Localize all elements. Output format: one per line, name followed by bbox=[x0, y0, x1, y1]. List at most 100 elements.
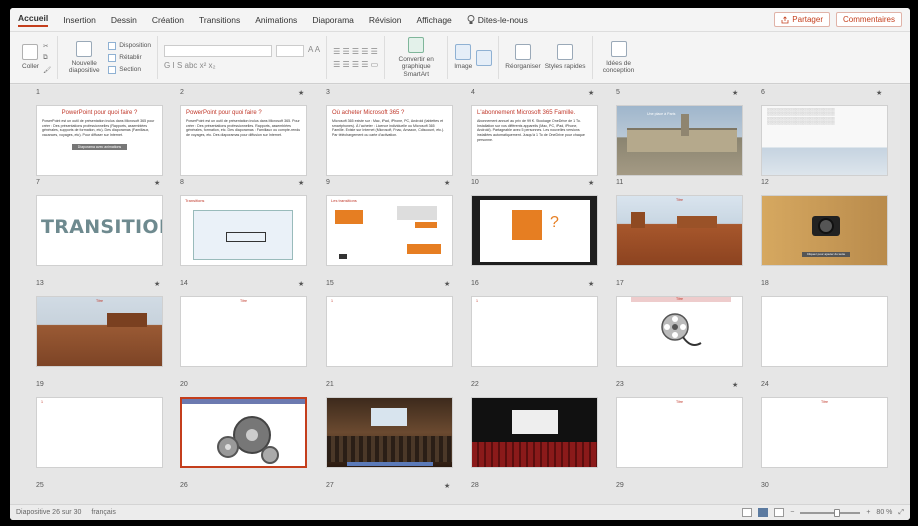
animation-star-icon: ★ bbox=[154, 180, 161, 187]
section-button[interactable]: Section bbox=[108, 65, 151, 74]
tab-insertion[interactable]: Insertion bbox=[63, 15, 96, 25]
slide-thumbnail-22[interactable] bbox=[471, 397, 598, 468]
slide-thumbnail-14[interactable]: Titre bbox=[180, 296, 307, 367]
layout-label: Disposition bbox=[119, 42, 152, 49]
slide-orange-box bbox=[407, 244, 441, 254]
slide-thumbnail-23[interactable]: Titre bbox=[616, 397, 743, 468]
zoom-out-icon[interactable]: − bbox=[790, 509, 794, 516]
slide-sorter: 1 2 ★ 3 4 ★ 5 ★ 6 ★ PowerPoint pour quoi… bbox=[10, 85, 910, 504]
tab-dessin[interactable]: Dessin bbox=[111, 15, 137, 25]
animation-star-icon: ★ bbox=[588, 180, 595, 187]
clipboard-group: Coller ✂ ⧉ 🖌 bbox=[16, 36, 59, 79]
slide-thumbnail-10[interactable]: ? bbox=[471, 195, 598, 266]
quick-styles-button[interactable]: Styles rapides bbox=[545, 44, 586, 70]
slide-number: 21 bbox=[326, 381, 334, 388]
language-text[interactable]: français bbox=[91, 509, 116, 516]
slide-thumbnail-2[interactable]: PowerPoint pour quoi faire ? PowerPoint … bbox=[180, 105, 307, 176]
status-bar: Diapositive 26 sur 30 français − + 80 % … bbox=[10, 504, 910, 520]
format-painter-icon[interactable]: 🖌 bbox=[43, 66, 51, 74]
tell-me-box[interactable]: Dites-le-nous bbox=[467, 15, 528, 25]
cut-icon[interactable]: ✂ bbox=[43, 42, 51, 50]
slide-thumbnail-9[interactable]: Les transitions bbox=[326, 195, 453, 266]
slide-thumbnail-18[interactable] bbox=[761, 296, 888, 367]
font-grow-shrink[interactable]: A A bbox=[308, 45, 320, 57]
paste-icon bbox=[22, 44, 39, 61]
font-format-buttons[interactable]: G I S abc x² x₂ bbox=[164, 61, 320, 70]
design-ideas-button[interactable]: Idées de conception bbox=[599, 40, 639, 74]
new-slide-button[interactable]: Nouvelle diapositive bbox=[64, 40, 104, 74]
reading-view-button[interactable] bbox=[774, 508, 785, 517]
zoom-slider[interactable] bbox=[800, 508, 861, 517]
font-controls: A A G I S abc x² x₂ bbox=[164, 45, 320, 70]
slide-title: Titre bbox=[95, 299, 104, 303]
slide-title: Titre bbox=[820, 400, 829, 404]
slide-thumbnail-8[interactable]: Transitions bbox=[180, 195, 307, 266]
font-size-dropdown[interactable] bbox=[276, 45, 305, 57]
slide-thumbnail-1[interactable]: PowerPoint pour quoi faire ? PowerPoint … bbox=[36, 105, 163, 176]
zoom-in-icon[interactable]: + bbox=[866, 509, 870, 516]
slide-number: 20 bbox=[180, 381, 188, 388]
smartart-button[interactable]: Convertir en graphique SmartArt bbox=[391, 37, 441, 78]
zoom-level[interactable]: 80 % bbox=[876, 509, 892, 516]
zoom-slider-knob[interactable] bbox=[834, 508, 841, 517]
tab-revision[interactable]: Révision bbox=[369, 15, 402, 25]
slide-thumbnail-20[interactable] bbox=[180, 397, 307, 468]
normal-view-button[interactable] bbox=[742, 508, 753, 517]
tab-transitions[interactable]: Transitions bbox=[199, 15, 240, 25]
slide-number: 17 bbox=[616, 280, 624, 287]
slide-thumbnail-11[interactable]: Titre bbox=[616, 195, 743, 266]
comments-button[interactable]: Commentaires bbox=[835, 12, 902, 27]
arrange-button[interactable]: Réorganiser bbox=[505, 44, 541, 70]
slide-thumbnail-4[interactable]: L'abonnement Microsoft 365 Famille. Abon… bbox=[471, 105, 598, 176]
slides-group: Nouvelle diapositive Disposition Rétabli… bbox=[58, 36, 159, 79]
section-label: Section bbox=[119, 66, 141, 73]
slide-highlight-box bbox=[226, 232, 266, 242]
slide-thumbnail-16[interactable]: 1 bbox=[471, 296, 598, 367]
slide-orange-box bbox=[415, 222, 437, 228]
slide-button: Diaporama avec animations bbox=[72, 143, 127, 150]
tab-affichage[interactable]: Affichage bbox=[417, 15, 452, 25]
slide-thumbnail-21[interactable] bbox=[326, 397, 453, 468]
slide-title: PowerPoint pour quoi faire ? bbox=[186, 110, 262, 116]
align-buttons[interactable]: ☰ ☰ ☰ ☰ ▭ bbox=[333, 60, 378, 69]
slide-number: 28 bbox=[471, 482, 479, 489]
slide-thumbnail-19[interactable]: 1 bbox=[36, 397, 163, 468]
slide-number: 26 bbox=[180, 482, 188, 489]
paste-button[interactable]: Coller bbox=[22, 44, 39, 70]
ribbon-tabs: Accueil Insertion Dessin Création Transi… bbox=[10, 8, 910, 32]
image-button[interactable]: Image bbox=[454, 44, 472, 70]
slide-body: PowerPoint est un outil de présentation … bbox=[42, 118, 155, 137]
slide-thumbnail-7[interactable]: TRANSITIONS bbox=[36, 195, 163, 266]
designer-group: Idées de conception bbox=[593, 36, 645, 79]
tab-diaporama[interactable]: Diaporama bbox=[312, 15, 354, 25]
slide-thumbnail-15[interactable]: 1 bbox=[326, 296, 453, 367]
tab-animations[interactable]: Animations bbox=[255, 15, 297, 25]
slide-thumbnail-3[interactable]: Où acheter Microsoft 365 ? Microsoft 365… bbox=[326, 105, 453, 176]
slide-thumbnail-13[interactable]: Titre bbox=[36, 296, 163, 367]
fit-window-icon[interactable]: ⤢ bbox=[898, 509, 904, 517]
slide-thumbnail-6[interactable]: ░░░░░░░░░░░░░░░░░░░░░░░░░░░░░ ░░░░░░░░░░░… bbox=[761, 105, 888, 176]
slide-sorter-view-button[interactable] bbox=[758, 508, 769, 517]
copy-icon[interactable]: ⧉ bbox=[43, 54, 51, 62]
slide-thumbnail-24[interactable]: Titre bbox=[761, 397, 888, 468]
slide-thumbnail-17[interactable]: Titre bbox=[616, 296, 743, 367]
animation-star-icon: ★ bbox=[732, 90, 739, 97]
layout-button[interactable]: Disposition bbox=[108, 41, 152, 50]
slide-body: PowerPoint est un outil de présentation … bbox=[186, 118, 301, 137]
tab-accueil[interactable]: Accueil bbox=[18, 13, 49, 27]
slide-number: 23 bbox=[616, 381, 624, 388]
list-buttons[interactable]: ☰ ☰ ☰ ☰ ☰ bbox=[333, 47, 378, 56]
slide-number: 6 bbox=[761, 89, 765, 96]
animation-star-icon: ★ bbox=[298, 180, 305, 187]
reset-button[interactable]: Rétablir bbox=[108, 53, 151, 62]
shapes-icon[interactable] bbox=[476, 49, 493, 66]
slide-number: 14 bbox=[180, 280, 188, 287]
font-name-dropdown[interactable] bbox=[164, 45, 273, 57]
film-reel-icon bbox=[661, 313, 702, 346]
slide-thumbnail-5[interactable]: Une place à Paris bbox=[616, 105, 743, 176]
photo-butte bbox=[631, 212, 645, 228]
slide-thumbnail-12[interactable]: Cliquez pour ajouter du texte bbox=[761, 195, 888, 266]
share-button[interactable]: Partager bbox=[774, 12, 830, 27]
tab-creation[interactable]: Création bbox=[152, 15, 184, 25]
photo-butte bbox=[677, 216, 717, 228]
